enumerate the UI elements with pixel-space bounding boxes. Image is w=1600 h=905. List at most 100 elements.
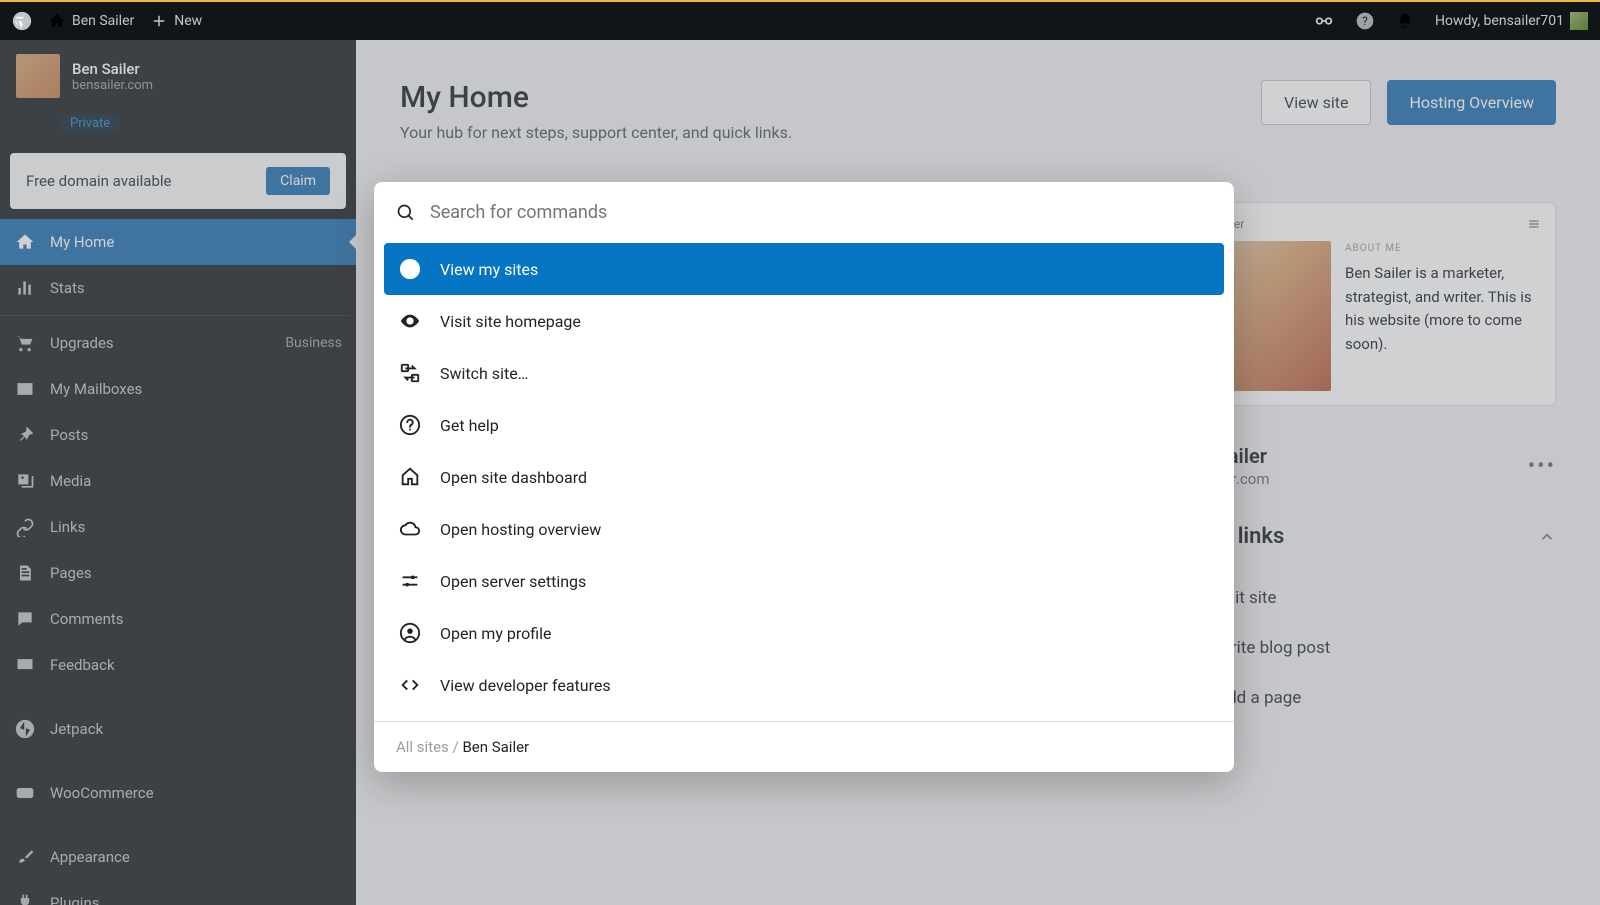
link-icon	[14, 516, 36, 538]
view-site-button[interactable]: View site	[1261, 80, 1371, 125]
site-name: Ben Sailer	[72, 60, 153, 78]
sidebar-item-my-home[interactable]: My Home	[0, 219, 356, 265]
command-label: View developer features	[440, 676, 611, 695]
help-icon	[398, 413, 422, 437]
eye-icon	[398, 309, 422, 333]
command-list: View my sites Visit site homepage Switch s…	[374, 243, 1234, 721]
sidebar-item-media[interactable]: Media	[0, 458, 356, 504]
sidebar-item-label: Pages	[50, 564, 92, 582]
pin-icon	[14, 424, 36, 446]
admin-topbar: Ben Sailer New Howdy, bensailer701	[0, 0, 1600, 40]
help-icon[interactable]	[1355, 11, 1375, 31]
command-switch-site-[interactable]: Switch site…	[384, 347, 1224, 399]
sidebar-item-posts[interactable]: Posts	[0, 412, 356, 458]
sidebar-item-stats[interactable]: Stats	[0, 265, 356, 311]
site-header[interactable]: Ben Sailer bensailer.com	[0, 40, 356, 112]
command-label: Open my profile	[440, 624, 551, 643]
sidebar-item-pages[interactable]: Pages	[0, 550, 356, 596]
new-content[interactable]: New	[150, 12, 202, 30]
command-label: Switch site…	[440, 364, 528, 383]
palette-footer: All sites / Ben Sailer	[374, 721, 1234, 772]
menu-icon[interactable]	[1527, 217, 1541, 231]
banner-text: Free domain available	[26, 172, 172, 190]
sidebar-item-upgrades[interactable]: Upgrades Business	[0, 320, 356, 366]
media-icon	[14, 470, 36, 492]
sidebar-item-label: Jetpack	[50, 720, 103, 738]
sidebar-item-label: Appearance	[50, 848, 130, 866]
feedback-icon	[14, 654, 36, 676]
avatar	[1570, 12, 1588, 30]
wp-icon	[398, 257, 422, 281]
command-palette: View my sites Visit site homepage Switch s…	[374, 182, 1234, 772]
new-label: New	[174, 13, 202, 29]
domain-banner: Free domain available Claim	[10, 153, 346, 209]
admin-sidebar: Ben Sailer bensailer.com Private Free do…	[0, 40, 356, 905]
command-label: Open server settings	[440, 572, 586, 591]
command-get-help[interactable]: Get help	[384, 399, 1224, 451]
command-view-my-sites[interactable]: View my sites	[384, 243, 1224, 295]
sidebar-item-label: Plugins	[50, 894, 99, 905]
sidebar-item-plugins[interactable]: Plugins	[0, 880, 356, 905]
command-open-hosting-overview[interactable]: Open hosting overview	[384, 503, 1224, 555]
sidebar-item-label: Feedback	[50, 656, 115, 674]
page-subtitle: Your hub for next steps, support center,…	[400, 123, 1261, 142]
command-label: Get help	[440, 416, 499, 435]
sidebar-item-label: Stats	[50, 279, 85, 297]
sidebar-item-label: Links	[50, 518, 85, 536]
sidebar-item-label: My Mailboxes	[50, 380, 142, 398]
plug-icon	[14, 892, 36, 905]
chevron-up-icon[interactable]	[1538, 528, 1556, 546]
site-link[interactable]: Ben Sailer	[48, 12, 134, 30]
pages-icon	[14, 562, 36, 584]
sidebar-item-comments[interactable]: Comments	[0, 596, 356, 642]
command-open-my-profile[interactable]: Open my profile	[384, 607, 1224, 659]
home-icon	[14, 231, 36, 253]
code-icon	[398, 673, 422, 697]
reader-icon[interactable]	[1313, 10, 1335, 32]
sidebar-item-label: My Home	[50, 233, 114, 251]
claim-button[interactable]: Claim	[266, 167, 330, 195]
profile-icon	[398, 621, 422, 645]
account-menu[interactable]: Howdy, bensailer701	[1435, 12, 1588, 30]
sidebar-item-label: Upgrades	[50, 334, 114, 352]
wp-logo[interactable]	[12, 11, 32, 31]
sliders-icon	[398, 569, 422, 593]
topbar-site-name: Ben Sailer	[72, 13, 134, 29]
notifications-icon[interactable]	[1395, 11, 1415, 31]
search-icon	[396, 203, 416, 223]
nav-list: My Home Stats Upgrades Business My Mailboxes…	[0, 219, 356, 905]
command-search-input[interactable]	[430, 202, 1212, 223]
brush-icon	[14, 846, 36, 868]
site-avatar	[16, 54, 60, 98]
sidebar-item-feedback[interactable]: Feedback	[0, 642, 356, 688]
sidebar-item-right: Business	[285, 335, 342, 351]
stats-icon	[14, 277, 36, 299]
command-label: Open site dashboard	[440, 468, 587, 487]
jetpack-icon	[14, 718, 36, 740]
comment-icon	[14, 608, 36, 630]
dash-icon	[398, 465, 422, 489]
page-title: My Home	[400, 80, 1261, 115]
sidebar-item-jetpack[interactable]: Jetpack	[0, 706, 356, 752]
woo-icon	[14, 782, 36, 804]
command-label: Visit site homepage	[440, 312, 581, 331]
command-visit-site-homepage[interactable]: Visit site homepage	[384, 295, 1224, 347]
hosting-overview-button[interactable]: Hosting Overview	[1387, 80, 1556, 125]
cloud-icon	[398, 517, 422, 541]
howdy-text: Howdy, bensailer701	[1435, 13, 1564, 29]
sidebar-item-label: Posts	[50, 426, 88, 444]
sidebar-item-links[interactable]: Links	[0, 504, 356, 550]
command-open-server-settings[interactable]: Open server settings	[384, 555, 1224, 607]
about-label: ABOUT ME	[1345, 241, 1541, 256]
more-icon[interactable]: •••	[1528, 454, 1556, 479]
site-domain: bensailer.com	[72, 78, 153, 93]
command-label: View my sites	[440, 260, 538, 279]
footer-site: Ben Sailer	[462, 738, 529, 756]
preview-blurb: Ben Sailer is a marketer, strategist, an…	[1345, 264, 1532, 353]
command-open-site-dashboard[interactable]: Open site dashboard	[384, 451, 1224, 503]
sidebar-item-appearance[interactable]: Appearance	[0, 834, 356, 880]
sidebar-item-my-mailboxes[interactable]: My Mailboxes	[0, 366, 356, 412]
command-view-developer-features[interactable]: View developer features	[384, 659, 1224, 711]
sidebar-item-woocommerce[interactable]: WooCommerce	[0, 770, 356, 816]
sidebar-item-label: WooCommerce	[50, 784, 154, 802]
